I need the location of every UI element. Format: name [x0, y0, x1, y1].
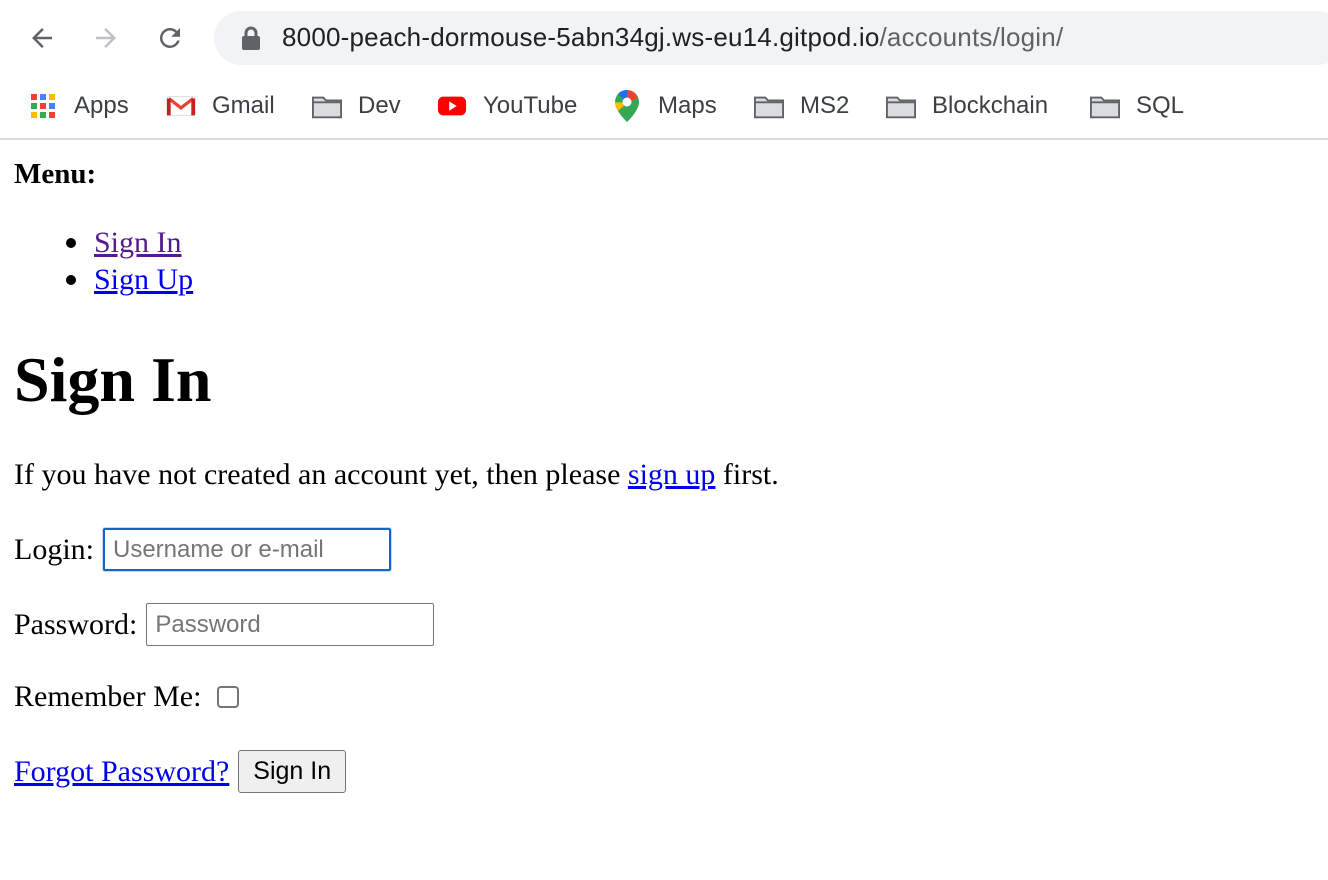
menu-list: Sign In Sign Up [14, 224, 193, 298]
maps-pin-icon [612, 89, 642, 122]
login-row: Login: [14, 528, 391, 571]
browser-toolbar: 8000-peach-dormouse-5abn34gj.ws-eu14.git… [0, 0, 1328, 76]
bookmark-label: SQL [1136, 92, 1185, 119]
sign-up-link[interactable]: Sign Up [94, 263, 193, 296]
arrow-right-icon [96, 28, 116, 48]
remember-row: Remember Me: [14, 680, 240, 714]
forward-button[interactable] [86, 18, 126, 58]
page-title: Sign In [14, 344, 212, 415]
bookmark-gmail[interactable]: Gmail [166, 88, 275, 124]
sign-up-inline-link[interactable]: sign up [628, 458, 716, 491]
bookmark-youtube[interactable]: YouTube [437, 88, 577, 124]
login-input[interactable] [103, 528, 391, 571]
arrow-left-icon [32, 28, 52, 48]
bookmark-label: Maps [658, 92, 717, 119]
remember-checkbox[interactable] [217, 686, 240, 708]
bookmark-label: YouTube [483, 92, 578, 119]
remember-label: Remember Me: [14, 680, 202, 713]
intro-text-after: first. [715, 458, 779, 491]
reload-icon [159, 27, 180, 48]
youtube-icon [437, 91, 467, 121]
url-text: 8000-peach-dormouse-5abn34gj.ws-eu14.git… [282, 22, 1063, 53]
apps-grid-icon [28, 91, 58, 121]
menu-title: Menu: [14, 158, 97, 190]
bookmark-sql[interactable]: SQL [1090, 88, 1184, 124]
sign-in-button[interactable]: Sign In [238, 750, 347, 793]
bookmark-maps[interactable]: Maps [612, 88, 717, 124]
folder-icon [1090, 91, 1120, 121]
folder-icon [886, 91, 916, 121]
back-button[interactable] [22, 18, 62, 58]
page-content: Menu: Sign In Sign Up Sign In If you hav… [14, 140, 1328, 880]
bookmark-label: Gmail [212, 92, 275, 119]
bookmark-label: MS2 [800, 92, 850, 119]
intro-text: If you have not created an account yet, … [14, 458, 779, 492]
url-host: 8000-peach-dormouse-5abn34gj.ws-eu14.git… [282, 22, 880, 52]
sign-in-link[interactable]: Sign In [94, 226, 182, 259]
reload-button[interactable] [150, 18, 190, 58]
bookmark-dev[interactable]: Dev [312, 88, 401, 124]
gmail-icon [166, 91, 196, 121]
bookmark-ms2[interactable]: MS2 [754, 88, 849, 124]
folder-icon [754, 91, 784, 121]
login-label: Login: [14, 532, 94, 566]
bookmark-label: Apps [74, 92, 129, 119]
bookmark-blockchain[interactable]: Blockchain [886, 88, 1048, 124]
bookmark-label: Dev [358, 92, 401, 119]
password-row: Password: [14, 603, 435, 646]
url-path: /accounts/login/ [879, 22, 1064, 52]
actions-row: Forgot Password? Sign In [14, 750, 347, 793]
bookmark-label: Blockchain [932, 92, 1049, 119]
intro-text-before: If you have not created an account yet, … [14, 458, 628, 491]
lock-icon [240, 25, 262, 58]
password-label: Password: [14, 607, 138, 641]
password-input[interactable] [146, 603, 435, 646]
menu-item-sign-up: Sign Up [14, 261, 193, 298]
bookmark-apps[interactable]: Apps [28, 88, 129, 124]
address-bar[interactable]: 8000-peach-dormouse-5abn34gj.ws-eu14.git… [214, 11, 1328, 65]
folder-icon [312, 91, 342, 121]
forgot-password-link[interactable]: Forgot Password? [14, 755, 229, 789]
bookmarks-bar: Apps Gmail Dev YouTube Maps MS2 Blockcha… [0, 76, 1328, 140]
menu-item-sign-in: Sign In [14, 224, 193, 261]
